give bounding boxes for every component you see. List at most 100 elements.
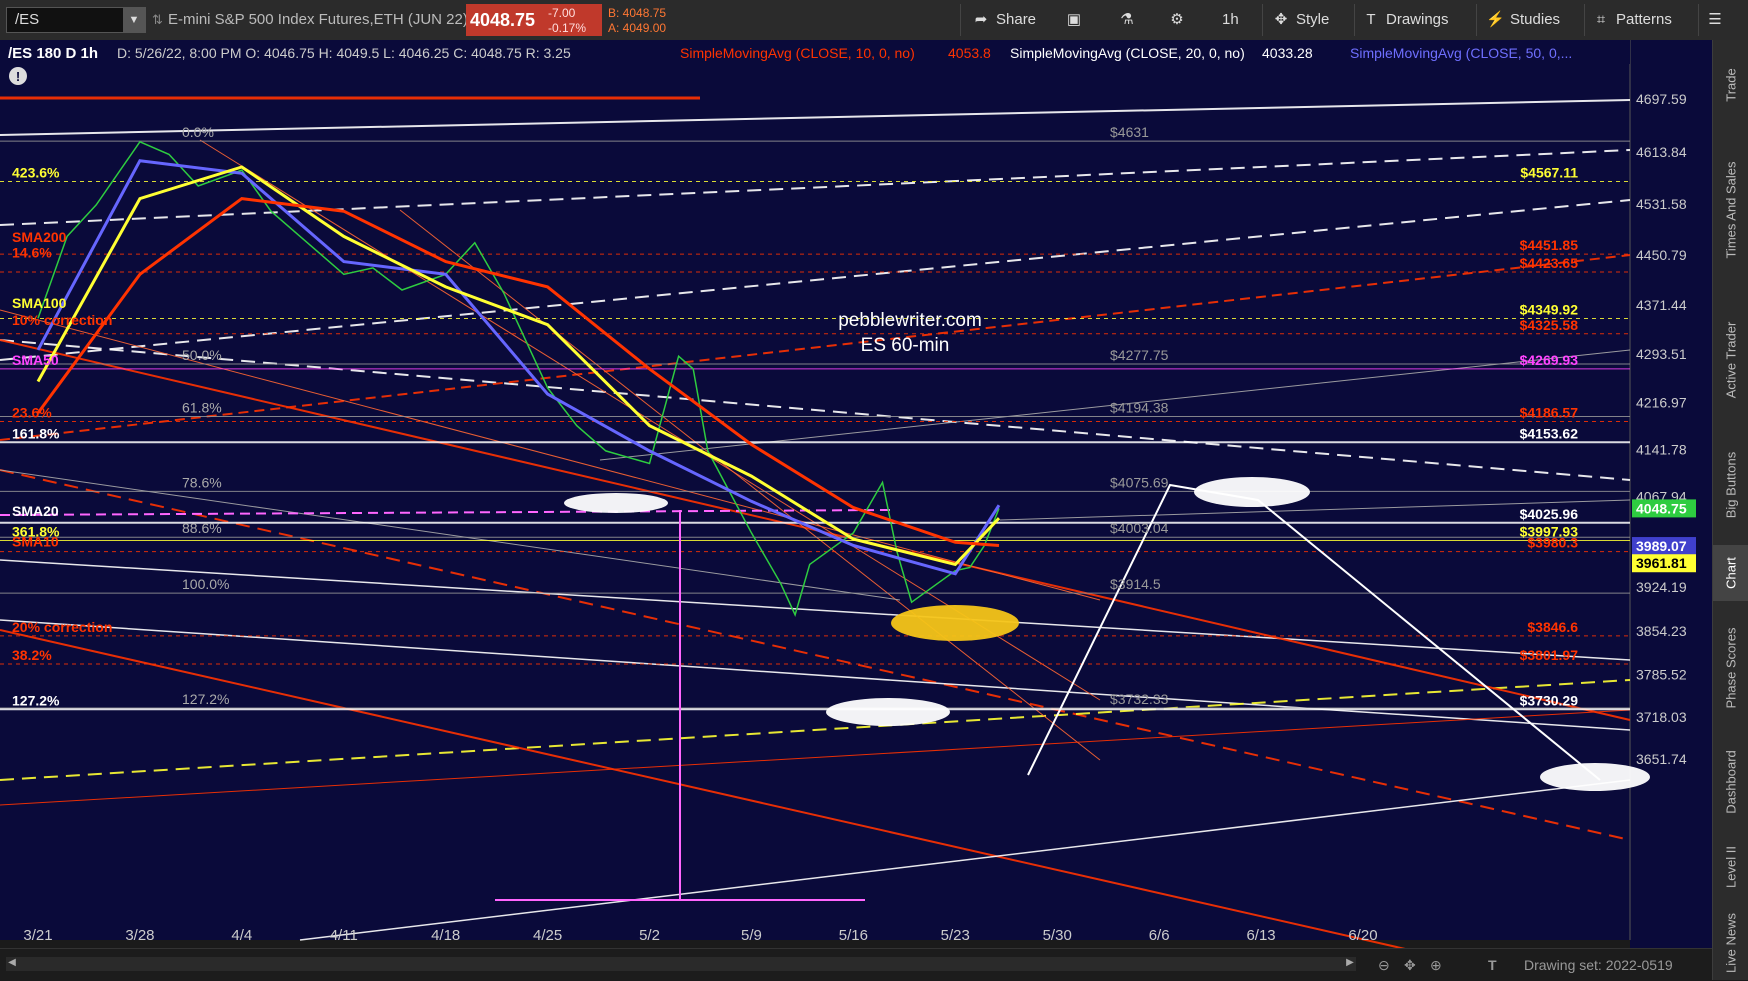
price-level-label: $4349.92 xyxy=(1520,301,1579,317)
horizontal-scrollbar[interactable]: ◀ ▶ xyxy=(6,957,1356,971)
tab-phase-scores[interactable]: Phase Scores xyxy=(1713,608,1748,728)
tab-dashboard[interactable]: Dashboard xyxy=(1713,732,1748,832)
price-level-label: $4075.69 xyxy=(1110,474,1169,490)
level-name-label: SMA10 xyxy=(12,534,59,550)
level-name-label: SMA100 xyxy=(12,295,67,311)
x-tick-label: 4/4 xyxy=(231,927,252,944)
share-icon: ➦ xyxy=(974,11,988,28)
x-tick-label: 4/25 xyxy=(533,927,562,944)
alert-icon-glyph: ! xyxy=(16,69,20,84)
flask-button[interactable]: ⚗ xyxy=(1118,4,1142,36)
right-tab-strip: Trade Times And Sales Active Trader Big … xyxy=(1712,40,1748,980)
zoom-in-icon[interactable]: ⊕ xyxy=(1430,949,1442,981)
tab-live-news[interactable]: Live News xyxy=(1713,906,1748,980)
chevron-down-icon[interactable]: ▼ xyxy=(123,8,145,32)
studies-button[interactable]: ⚡ Studies xyxy=(1486,4,1560,36)
fib-level-label: 88.6% xyxy=(182,520,222,536)
price-level-label: $3980.3 xyxy=(1527,535,1578,551)
scroll-left-icon[interactable]: ◀ xyxy=(6,957,18,971)
price-level-label: $4194.38 xyxy=(1110,400,1169,416)
pan-icon[interactable]: ✥ xyxy=(1404,949,1416,981)
level-name-label: SMA20 xyxy=(12,503,59,519)
x-tick-label: 4/18 xyxy=(431,927,460,944)
symbol-input[interactable]: /ES ▼ xyxy=(6,7,146,33)
y-tick-label: 3651.74 xyxy=(1636,751,1687,767)
x-tick-label: 3/21 xyxy=(23,927,52,944)
grid-icon: ▣ xyxy=(1066,11,1082,28)
menu-button[interactable]: ☰ xyxy=(1706,4,1730,36)
text-icon[interactable]: T xyxy=(1488,949,1497,981)
price-level-label: $3914.5 xyxy=(1110,576,1161,592)
studies-icon: ⚡ xyxy=(1486,11,1505,28)
tab-level-ii[interactable]: Level II xyxy=(1713,835,1748,899)
symbol-text: /ES xyxy=(15,11,40,28)
price-level-label: $4451.85 xyxy=(1520,237,1579,253)
chart-svg[interactable]: $4631 $4567.11 $4451.85 $4423.65 $4349.92$43… xyxy=(0,40,1712,948)
sma10-legend: SimpleMovingAvg (CLOSE, 10, 0, no) xyxy=(680,45,915,61)
settings-button[interactable]: ⚙ xyxy=(1168,4,1192,36)
menu-icon: ☰ xyxy=(1708,11,1722,28)
x-tick-label: 6/20 xyxy=(1348,927,1377,944)
style-button[interactable]: ✥ Style xyxy=(1272,4,1330,36)
scroll-right-icon[interactable]: ▶ xyxy=(1344,957,1356,971)
axis-price-tag-text: 3989.07 xyxy=(1636,538,1687,554)
gear-icon: ⚙ xyxy=(1170,11,1184,28)
top-toolbar: /ES ▼ ⇅ E-mini S&P 500 Index Futures,ETH… xyxy=(0,0,1748,41)
x-tick-label: 4/11 xyxy=(330,927,358,944)
sma20-legend: SimpleMovingAvg (CLOSE, 20, 0, no) xyxy=(1010,45,1245,61)
zoom-out-icon[interactable]: ⊖ xyxy=(1378,949,1390,981)
y-tick-label: 4216.97 xyxy=(1636,394,1687,410)
text-tool-icon: T xyxy=(1366,11,1376,28)
tab-chart[interactable]: Chart xyxy=(1713,545,1748,601)
y-tick-label: 3718.03 xyxy=(1636,709,1687,725)
patterns-icon: ⌗ xyxy=(1596,11,1606,28)
tab-trade[interactable]: Trade xyxy=(1713,50,1748,120)
price-level-label: $4567.11 xyxy=(1520,164,1578,180)
aggregation-button[interactable]: 1h xyxy=(1222,4,1239,36)
x-tick-label: 5/2 xyxy=(639,927,660,944)
drawing-set-label: Drawing set: 2022-0519 xyxy=(1524,957,1673,973)
level-name-label: 127.2% xyxy=(12,692,60,708)
drawings-button[interactable]: T Drawings xyxy=(1362,4,1448,36)
x-tick-label: 5/9 xyxy=(741,927,762,944)
price-level-label: $3846.6 xyxy=(1527,619,1578,635)
grid-layout-button[interactable]: ▣ xyxy=(1065,4,1089,36)
last-price: 4048.75 xyxy=(470,10,536,30)
bottom-bar: ◀ ▶ ⊖ ✥ ⊕ T Drawing set: 2022-0519 xyxy=(0,948,1712,981)
x-tick-label: 5/30 xyxy=(1043,927,1072,944)
y-tick-label: 4613.84 xyxy=(1636,144,1687,160)
price-level-label: $4025.96 xyxy=(1520,506,1579,522)
tab-big-buttons[interactable]: Big Buttons xyxy=(1713,430,1748,540)
bid-ask: B: 4048.75 A: 4049.00 xyxy=(608,4,684,36)
sma50-legend: SimpleMovingAvg (CLOSE, 50, 0,... xyxy=(1350,45,1572,61)
patterns-button[interactable]: ⌗ Patterns xyxy=(1592,4,1672,36)
level-name-label: SMA200 xyxy=(12,229,67,245)
percent-change: -0.17% xyxy=(548,21,587,35)
level-name-label: 38.2% xyxy=(12,647,52,663)
tab-times-and-sales[interactable]: Times And Sales xyxy=(1713,130,1748,290)
level-name-label: 20% correction xyxy=(12,619,112,635)
flask-icon: ⚗ xyxy=(1120,11,1134,28)
symbol-description: E-mini S&P 500 Index Futures,ETH (JUN 22… xyxy=(168,11,468,28)
sma10-value: 4053.8 xyxy=(948,45,991,61)
level-name-label: 423.6% xyxy=(12,164,60,180)
ohlc-readout: D: 5/26/22, 8:00 PM O: 4046.75 H: 4049.5… xyxy=(117,45,571,61)
aggregation-label: 1h xyxy=(1222,11,1239,28)
y-tick-label: 4697.59 xyxy=(1636,91,1687,107)
price-level-label: $3801.97 xyxy=(1520,647,1579,663)
chart-title: /ES 180 D 1h xyxy=(8,45,98,62)
fib-level-label: 61.8% xyxy=(182,400,222,416)
bid-price: B: 4048.75 xyxy=(608,6,667,20)
level-name-label: 161.8% xyxy=(12,425,60,441)
cursor-icon: ✥ xyxy=(1274,11,1288,28)
y-tick-label: 4293.51 xyxy=(1636,346,1687,362)
share-button[interactable]: ➦ Share xyxy=(972,4,1036,36)
watermark-line2: ES 60-min xyxy=(861,335,950,356)
x-tick-label: 5/23 xyxy=(941,927,970,944)
chart-panel[interactable]: $4631 $4567.11 $4451.85 $4423.65 $4349.92 $43… xyxy=(0,40,1712,948)
link-icon[interactable]: ⇅ xyxy=(152,0,163,40)
axis-price-tag-text: 4048.75 xyxy=(1636,500,1687,516)
level-name-label: 23.6% xyxy=(12,404,52,420)
y-tick-label: 4531.58 xyxy=(1636,196,1687,212)
tab-active-trader[interactable]: Active Trader xyxy=(1713,300,1748,420)
